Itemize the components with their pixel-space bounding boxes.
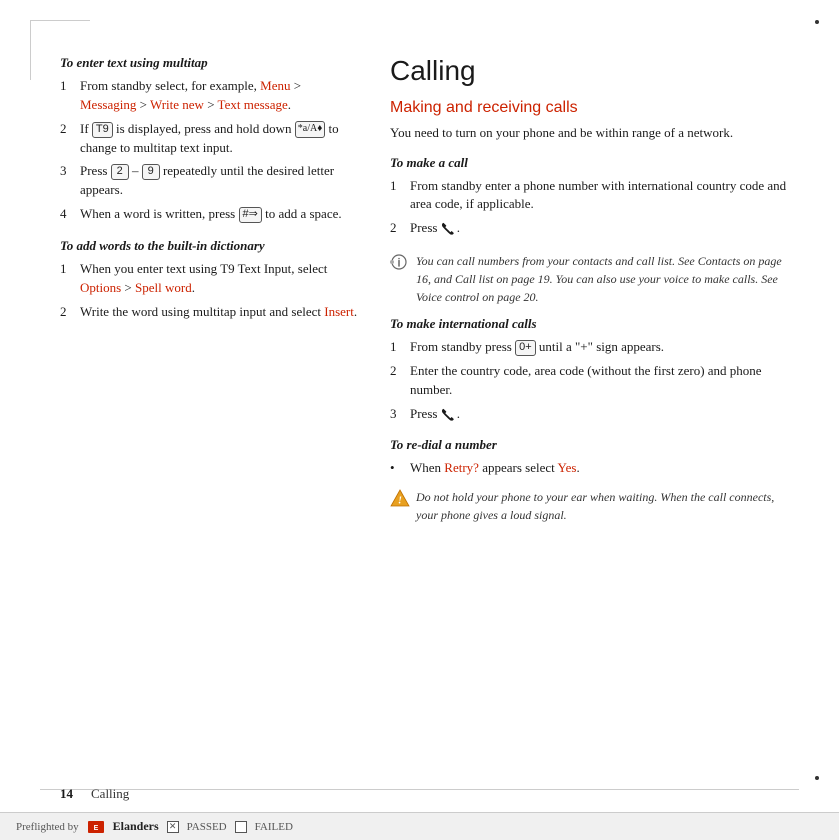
retry-link[interactable]: Retry? [444, 460, 479, 475]
step-3: 3 Press 2 – 9 repeatedly until the desir… [60, 162, 360, 200]
intl-step-3: 3 Press . [390, 405, 799, 424]
section-heading-making-calls: Making and receiving calls [390, 99, 799, 117]
tip-icon [390, 253, 408, 271]
page: To enter text using multitap 1 From stan… [0, 0, 839, 840]
svg-text:!: ! [398, 496, 402, 507]
options-link[interactable]: Options [80, 280, 121, 295]
dict-step-2: 2 Write the word using multitap input an… [60, 303, 360, 322]
call-icon-2 [441, 408, 457, 422]
elanders-name: Elanders [113, 819, 159, 834]
multitap-steps: 1 From standby select, for example, Menu… [60, 77, 360, 224]
make-call-steps: 1 From standby enter a phone number with… [390, 177, 799, 239]
make-call-step-2: 2 Press . [390, 219, 799, 238]
dictionary-steps: 1 When you enter text using T9 Text Inpu… [60, 260, 360, 322]
intl-call-steps: 1 From standby press 0+ until a "+" sign… [390, 338, 799, 423]
left-column: To enter text using multitap 1 From stan… [60, 55, 360, 760]
bottom-right-dot [815, 776, 819, 780]
intl-calls-heading: To make international calls [390, 316, 799, 332]
step-4: 4 When a word is written, press #⇒ to ad… [60, 205, 360, 224]
multitap-heading: To enter text using multitap [60, 55, 360, 71]
warning-icon: ! [390, 489, 408, 507]
make-call-heading: To make a call [390, 155, 799, 171]
dictionary-heading: To add words to the built-in dictionary [60, 238, 360, 254]
redial-heading: To re-dial a number [390, 437, 799, 453]
chapter-title: Calling [390, 55, 799, 87]
intl-step-1: 1 From standby press 0+ until a "+" sign… [390, 338, 799, 357]
hash-key: #⇒ [239, 207, 262, 223]
page-chapter-label: Calling [91, 786, 129, 802]
redial-list: • When Retry? appears select Yes. [390, 459, 799, 478]
insert-link[interactable]: Insert [324, 304, 354, 319]
make-call-step-1: 1 From standby enter a phone number with… [390, 177, 799, 215]
svg-text:E: E [93, 825, 98, 832]
write-new-link[interactable]: Write new [150, 97, 204, 112]
dict-step-1: 1 When you enter text using T9 Text Inpu… [60, 260, 360, 298]
yes-link[interactable]: Yes [558, 460, 577, 475]
intl-step-2: 2 Enter the country code, area code (wit… [390, 362, 799, 400]
key-2: 2 [111, 164, 129, 180]
content-area: To enter text using multitap 1 From stan… [60, 55, 799, 760]
footer-bar: Preflighted by E Elanders ✕ PASSED FAILE… [0, 812, 839, 840]
key-9: 9 [142, 164, 160, 180]
tip-box: You can call numbers from your contacts … [390, 252, 799, 306]
right-column: Calling Making and receiving calls You n… [390, 55, 799, 760]
call-icon [441, 222, 457, 236]
step-1: 1 From standby select, for example, Menu… [60, 77, 360, 115]
footer-divider [40, 789, 799, 790]
top-right-dot [815, 20, 819, 24]
menu-link[interactable]: Menu [260, 78, 290, 93]
spell-word-link[interactable]: Spell word [135, 280, 192, 295]
page-number-area: 14 Calling [60, 786, 129, 802]
star-key: *a/A♦ [295, 121, 326, 138]
messaging-link[interactable]: Messaging [80, 97, 136, 112]
passed-label: PASSED [187, 821, 227, 833]
zero-plus-key: 0+ [515, 340, 536, 356]
tip-text: You can call numbers from your contacts … [416, 252, 799, 306]
elanders-logo-icon: E [87, 820, 105, 834]
text-message-link[interactable]: Text message [218, 97, 288, 112]
warning-box: ! Do not hold your phone to your ear whe… [390, 488, 799, 524]
warning-text: Do not hold your phone to your ear when … [416, 488, 799, 524]
failed-checkbox [235, 821, 247, 833]
passed-checkbox: ✕ [167, 821, 179, 833]
intro-text: You need to turn on your phone and be wi… [390, 123, 799, 143]
step-2: 2 If T9 is displayed, press and hold dow… [60, 120, 360, 158]
t9-key: T9 [92, 122, 113, 138]
redial-item: • When Retry? appears select Yes. [390, 459, 799, 478]
preflight-label: Preflighted by [16, 821, 79, 833]
page-number: 14 [60, 786, 73, 802]
failed-label: FAILED [255, 821, 293, 833]
